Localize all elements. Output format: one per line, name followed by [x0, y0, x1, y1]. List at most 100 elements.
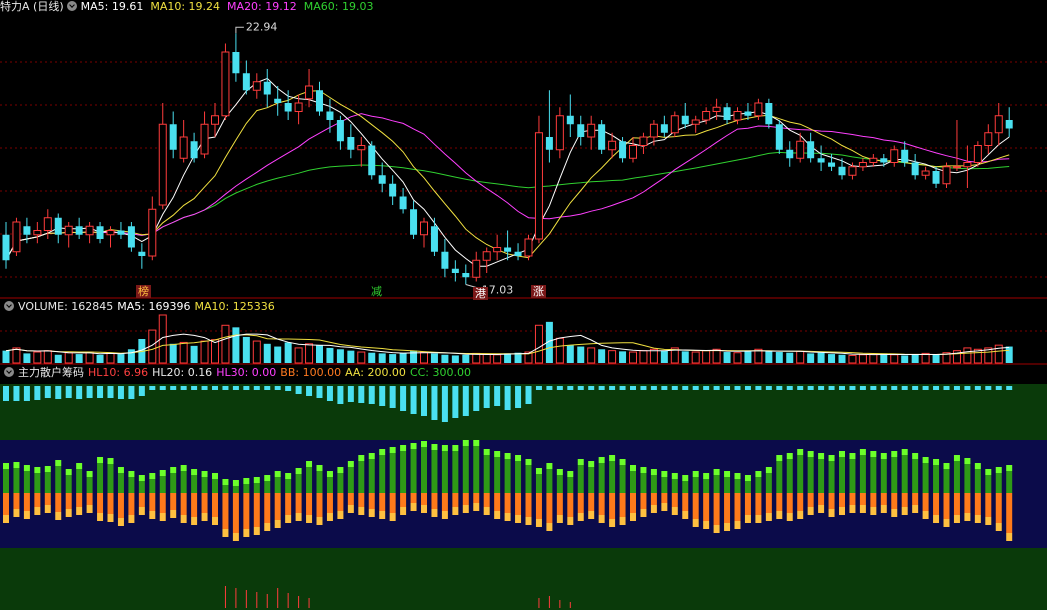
chip-orange-cap — [609, 519, 616, 527]
chip-green-bar — [630, 471, 636, 493]
chip-green-cap — [985, 469, 992, 475]
chevron-down-icon[interactable] — [4, 367, 14, 377]
chip-orange-bar — [630, 493, 636, 513]
chip-orange-bar — [891, 493, 898, 509]
chip-orange-cap — [546, 523, 553, 531]
volume-bar — [858, 354, 867, 364]
chip-green-bar — [964, 464, 971, 493]
chip-green-cap — [222, 479, 229, 485]
chip-green-bar — [368, 459, 375, 493]
chip-orange-cap — [170, 510, 177, 518]
chip-orange-bar — [776, 493, 783, 511]
chip-green-cap — [389, 447, 396, 453]
chip-orange-bar — [912, 493, 919, 505]
chip-orange-bar — [504, 493, 511, 513]
chip-top-bar — [744, 386, 751, 390]
chip-orange-cap — [515, 515, 522, 523]
chip-green-bar — [34, 473, 41, 493]
volume-bar — [389, 354, 397, 363]
chip-green-bar — [828, 461, 835, 493]
chip-mid-band — [0, 440, 1047, 548]
chip-top-bar — [797, 386, 804, 390]
chip-green-bar — [222, 485, 229, 493]
chip-green-cap — [880, 453, 887, 459]
chip-top-bar — [201, 386, 208, 390]
chevron-down-icon[interactable] — [66, 1, 77, 11]
volume-bar — [33, 351, 42, 364]
hl30-label: HL30: 0.00 — [216, 366, 277, 379]
chip-top-bar — [734, 386, 741, 390]
chip-orange-bar — [180, 493, 187, 515]
chip-orange-bar — [191, 493, 198, 517]
volume-bar — [691, 351, 700, 364]
volume-bar — [566, 345, 574, 363]
candle-body — [54, 217, 62, 235]
candle-body — [828, 162, 836, 167]
candle-body — [127, 226, 135, 248]
chip-green-bar — [149, 479, 156, 493]
candle-body — [932, 171, 940, 184]
candle-body — [148, 208, 157, 257]
candle-body — [629, 145, 637, 159]
chip-top-bar — [389, 386, 396, 408]
chip-orange-bar — [943, 493, 950, 519]
chip-green-bar — [306, 467, 313, 493]
chip-orange-cap — [34, 507, 41, 515]
chip-orange-cap — [201, 513, 208, 521]
ma60-label: MA60: 19.03 — [303, 0, 374, 13]
chip-green-cap — [97, 457, 104, 463]
volume-bar — [629, 351, 637, 364]
chip-top-bar — [598, 386, 605, 390]
chip-top-bar — [588, 386, 595, 390]
chip-green-cap — [692, 471, 699, 477]
main-header: 特力A (日线) MA5: 19.61 MA10: 19.24 MA20: 19.12… — [0, 0, 380, 14]
chevron-down-icon[interactable] — [4, 301, 14, 311]
volume-bar — [462, 354, 470, 363]
candle-body — [1005, 120, 1013, 129]
chip-orange-cap — [849, 505, 856, 513]
chip-green-bar — [776, 461, 783, 493]
volume-bar — [169, 343, 177, 363]
chip-orange-cap — [567, 517, 574, 525]
chip-orange-bar — [880, 493, 887, 505]
chip-orange-cap — [577, 513, 584, 521]
chip-green-cap — [138, 475, 145, 481]
chip-green-bar — [23, 471, 30, 493]
chip-orange-cap — [703, 521, 710, 529]
chip-top-bar — [97, 386, 104, 398]
candle-body — [158, 123, 167, 206]
chip-top-bar — [912, 386, 919, 390]
chip-orange-bar — [473, 493, 480, 503]
chip-green-bar — [755, 477, 762, 493]
chip-green-bar — [1006, 471, 1013, 493]
chip-orange-bar — [232, 493, 239, 533]
chip-green-cap — [776, 455, 783, 461]
chip-orange-cap — [243, 529, 250, 537]
high-label: 22.94 — [246, 20, 278, 33]
chip-green-bar — [159, 476, 166, 493]
chip-orange-bar — [34, 493, 41, 507]
chip-top-band — [0, 384, 1047, 440]
chip-green-bar — [515, 461, 522, 493]
chip-orange-bar — [285, 493, 292, 515]
chip-orange-bar — [358, 493, 365, 507]
tag-jian: 减 — [371, 285, 382, 298]
chip-top-bar — [410, 386, 417, 414]
chip-green-bar — [995, 473, 1002, 493]
volume-bar — [702, 350, 711, 364]
chip-green-bar — [55, 466, 62, 493]
chip-top-bar — [264, 386, 271, 390]
chip-green-bar — [347, 467, 354, 493]
chip-orange-bar — [964, 493, 971, 513]
chip-orange-cap — [264, 523, 271, 531]
volume-bar — [608, 350, 617, 364]
volume-bar — [649, 348, 658, 364]
chip-green-cap — [494, 451, 501, 457]
chip-header: 主力散户筹码 HL10: 6.96 HL20: 0.16 HL30: 0.00 BB: … — [0, 366, 478, 380]
candle-body — [963, 162, 972, 168]
candle-body — [901, 149, 909, 163]
candle-body — [357, 145, 366, 151]
chip-orange-cap — [588, 511, 595, 519]
chip-green-cap — [922, 457, 929, 463]
volume-bar — [712, 348, 721, 364]
